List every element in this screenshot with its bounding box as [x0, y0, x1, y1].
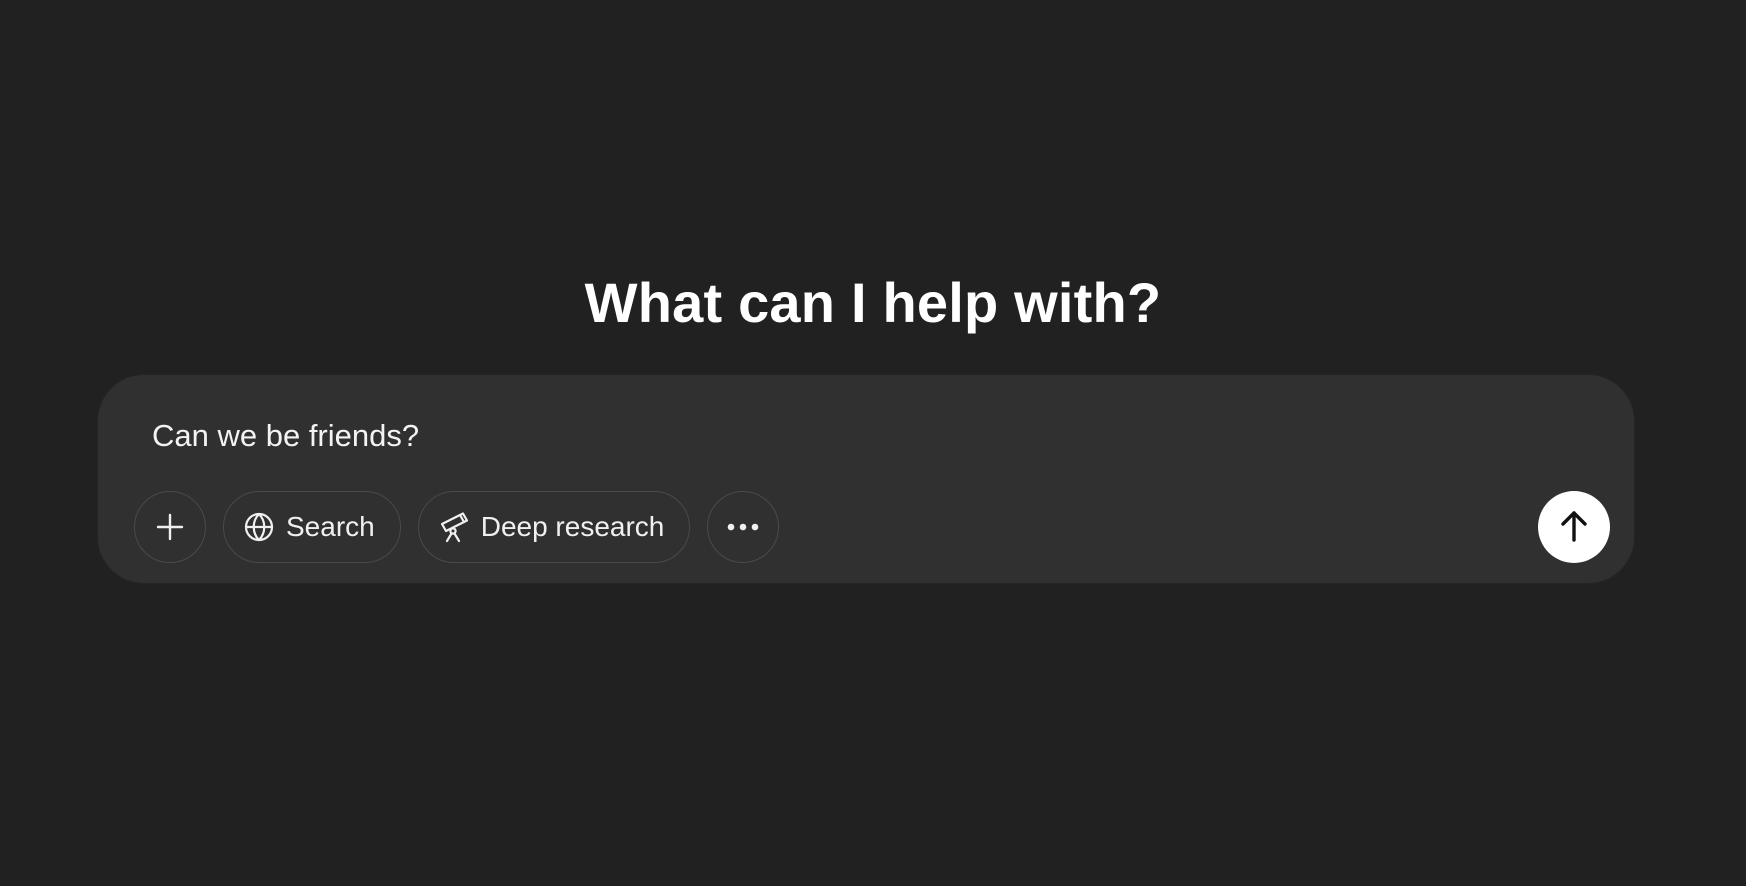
ellipsis-icon	[726, 522, 760, 532]
add-attachment-button[interactable]	[134, 491, 206, 563]
chat-home-page: What can I help with? Can we be friends?…	[0, 0, 1746, 886]
prompt-composer: Search Deep research	[98, 375, 1634, 583]
composer-toolbar: Search Deep research	[134, 491, 780, 563]
page-title: What can I help with?	[584, 271, 1162, 334]
globe-icon	[243, 511, 275, 543]
more-tools-button[interactable]	[707, 491, 780, 563]
send-button[interactable]	[1538, 491, 1610, 563]
search-button[interactable]: Search	[223, 491, 401, 563]
arrow-up-icon	[1558, 509, 1590, 546]
prompt-input[interactable]	[152, 411, 1552, 461]
telescope-icon	[438, 511, 470, 543]
plus-icon	[155, 512, 185, 542]
search-button-label: Search	[286, 511, 375, 542]
deep-research-button[interactable]: Deep research	[417, 491, 691, 563]
deep-research-button-label: Deep research	[480, 511, 665, 542]
